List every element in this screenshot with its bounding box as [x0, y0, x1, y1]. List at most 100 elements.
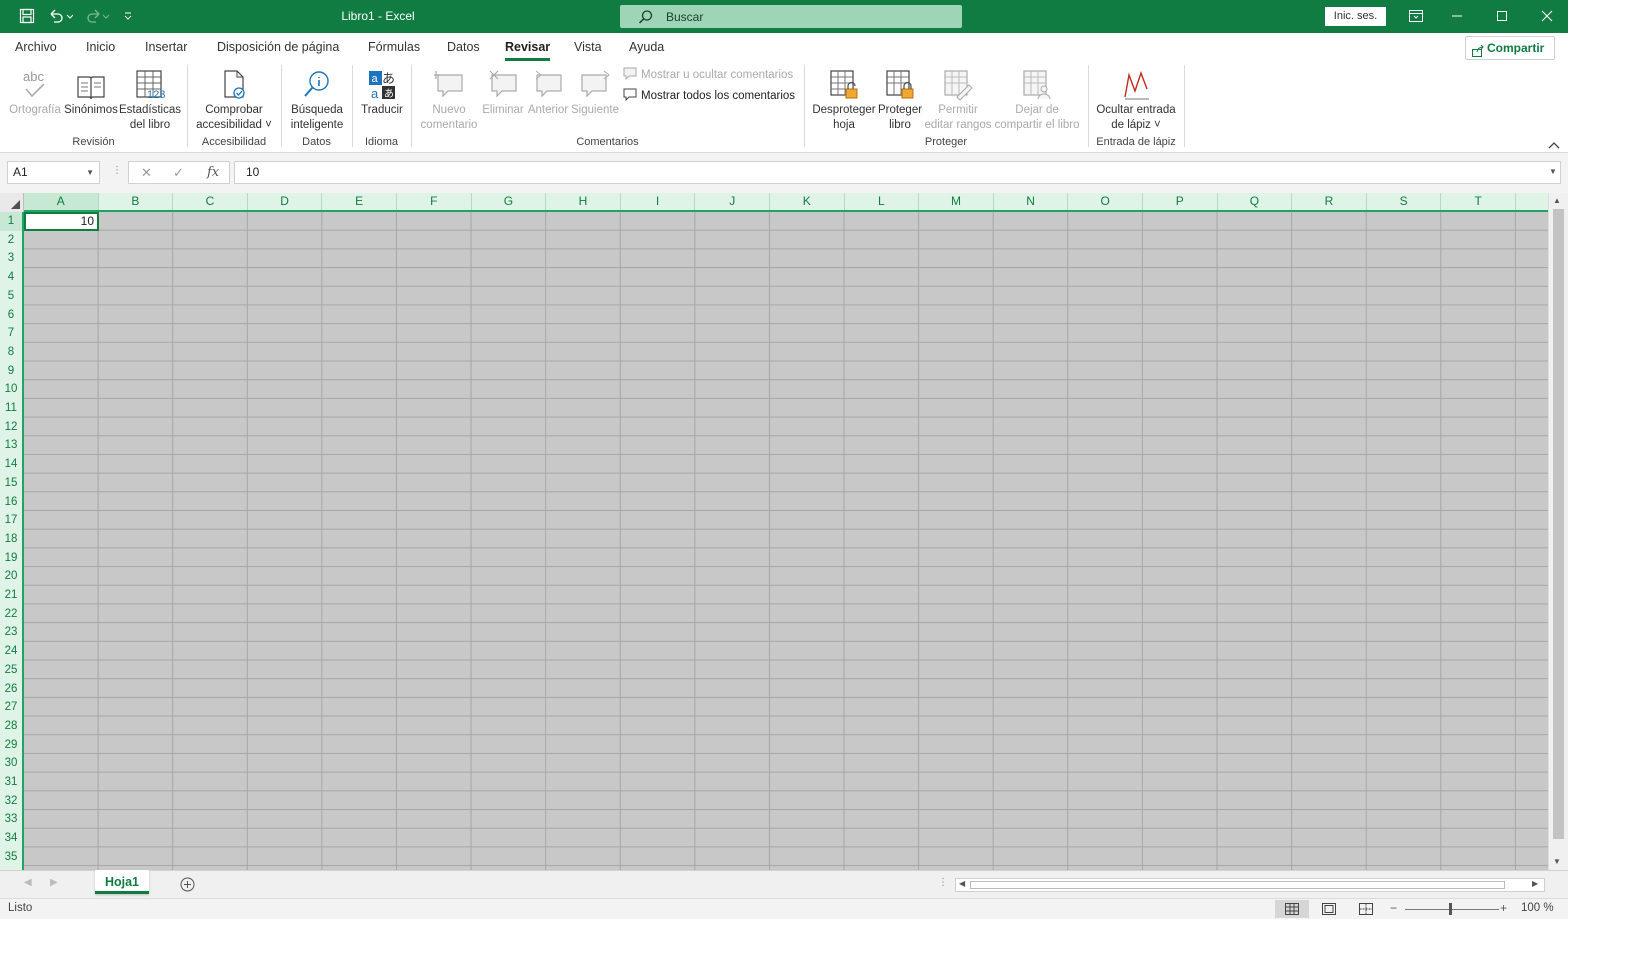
- close-icon[interactable]: [1537, 6, 1557, 26]
- row-header-20[interactable]: 20: [0, 567, 22, 586]
- row-header-12[interactable]: 12: [0, 418, 22, 437]
- tab-ayuda[interactable]: Ayuda: [629, 40, 664, 54]
- horizontal-scroll-thumb[interactable]: [970, 881, 1505, 889]
- column-header-c[interactable]: C: [173, 193, 248, 210]
- permitir-editar-rangos-button[interactable]: Permitir editar rangos: [924, 65, 992, 133]
- tab-revisar[interactable]: Revisar: [505, 40, 551, 61]
- siguiente-button[interactable]: Siguiente: [571, 65, 619, 118]
- row-header-33[interactable]: 33: [0, 810, 22, 829]
- proteger-libro-button[interactable]: Proteger libro: [876, 65, 924, 133]
- row-header-2[interactable]: 2: [0, 231, 22, 250]
- dejar-compartir-libro-button[interactable]: Dejar de compartir el libro: [992, 65, 1082, 133]
- row-header-29[interactable]: 29: [0, 736, 22, 755]
- column-header-i[interactable]: I: [621, 193, 696, 210]
- tab-datos[interactable]: Datos: [447, 40, 480, 54]
- sign-in-button[interactable]: Inic. ses.: [1325, 7, 1386, 26]
- mostrar-todos-comentarios-button[interactable]: Mostrar todos los comentarios: [623, 88, 795, 104]
- row-header-25[interactable]: 25: [0, 661, 22, 680]
- desproteger-hoja-button[interactable]: Desproteger hoja: [812, 65, 876, 133]
- chevron-down-icon[interactable]: ▼: [86, 162, 94, 183]
- cell-a1[interactable]: 10: [24, 212, 99, 231]
- insert-function-icon[interactable]: fx: [207, 165, 219, 180]
- column-header-h[interactable]: H: [546, 193, 621, 210]
- expand-formula-bar-icon[interactable]: ▼: [1549, 167, 1557, 176]
- formula-input[interactable]: 10: [234, 161, 1561, 184]
- row-header-34[interactable]: 34: [0, 829, 22, 848]
- page-layout-view-icon[interactable]: [1312, 900, 1346, 918]
- mostrar-ocultar-comentarios-button[interactable]: Mostrar u ocultar comentarios: [623, 67, 793, 83]
- cell-area[interactable]: [24, 212, 1548, 870]
- new-sheet-icon[interactable]: [180, 877, 195, 895]
- column-header-q[interactable]: Q: [1218, 193, 1293, 210]
- zoom-slider[interactable]: [1405, 909, 1499, 910]
- ribbon-display-options-icon[interactable]: [1406, 6, 1426, 26]
- row-header-28[interactable]: 28: [0, 717, 22, 736]
- scroll-up-icon[interactable]: ▲: [1553, 196, 1561, 205]
- row-header-24[interactable]: 24: [0, 642, 22, 661]
- row-header-11[interactable]: 11: [0, 399, 22, 418]
- row-header-13[interactable]: 13: [0, 436, 22, 455]
- select-all-button[interactable]: [0, 193, 24, 212]
- maximize-icon[interactable]: [1492, 6, 1512, 26]
- column-header-r[interactable]: R: [1292, 193, 1367, 210]
- row-header-22[interactable]: 22: [0, 605, 22, 624]
- row-header-26[interactable]: 26: [0, 680, 22, 699]
- column-header-k[interactable]: K: [770, 193, 845, 210]
- row-header-18[interactable]: 18: [0, 530, 22, 549]
- comprobar-accesibilidad-button[interactable]: Comprobar accesibilidad ˅: [193, 65, 275, 133]
- row-header-15[interactable]: 15: [0, 474, 22, 493]
- row-header-14[interactable]: 14: [0, 455, 22, 474]
- minimize-icon[interactable]: [1447, 6, 1467, 26]
- column-header-s[interactable]: S: [1367, 193, 1442, 210]
- column-header-e[interactable]: E: [322, 193, 397, 210]
- column-header-t[interactable]: T: [1441, 193, 1516, 210]
- row-header-8[interactable]: 8: [0, 343, 22, 362]
- zoom-out-icon[interactable]: −: [1390, 901, 1397, 915]
- traducir-button[interactable]: aあaあ Traducir: [356, 65, 408, 118]
- column-header-n[interactable]: N: [994, 193, 1069, 210]
- vertical-scrollbar[interactable]: ▲ ▼: [1548, 193, 1568, 870]
- search-box[interactable]: Buscar: [620, 5, 962, 28]
- enter-icon[interactable]: ✓: [173, 165, 184, 181]
- row-header-16[interactable]: 16: [0, 493, 22, 512]
- row-header-9[interactable]: 9: [0, 362, 22, 381]
- tab-vista[interactable]: Vista: [574, 40, 602, 54]
- name-box[interactable]: A1 ▼: [7, 161, 100, 184]
- nuevo-comentario-button[interactable]: Nuevo comentario: [418, 65, 480, 133]
- column-header-g[interactable]: G: [472, 193, 547, 210]
- next-sheet-icon[interactable]: ▶: [50, 877, 58, 888]
- row-header-17[interactable]: 17: [0, 511, 22, 530]
- scroll-right-icon[interactable]: ▶: [1532, 879, 1538, 888]
- row-header-27[interactable]: 27: [0, 698, 22, 717]
- column-header-o[interactable]: O: [1068, 193, 1143, 210]
- tab-formulas[interactable]: Fórmulas: [368, 40, 420, 54]
- tab-split-handle-icon[interactable]: ⋮: [938, 877, 948, 888]
- sheet-tab-hoja1[interactable]: Hoja1: [95, 870, 149, 894]
- row-header-10[interactable]: 10: [0, 380, 22, 399]
- column-header-a[interactable]: A: [24, 193, 99, 210]
- column-header-p[interactable]: P: [1143, 193, 1218, 210]
- column-header-f[interactable]: F: [397, 193, 472, 210]
- anterior-button[interactable]: Anterior: [526, 65, 570, 118]
- tab-insertar[interactable]: Insertar: [145, 40, 187, 54]
- column-header-b[interactable]: B: [99, 193, 174, 210]
- row-header-23[interactable]: 23: [0, 623, 22, 642]
- eliminar-button[interactable]: Eliminar: [480, 65, 526, 118]
- row-header-21[interactable]: 21: [0, 586, 22, 605]
- tab-archivo[interactable]: Archivo: [15, 40, 57, 54]
- row-header-35[interactable]: 35: [0, 848, 22, 867]
- zoom-slider-thumb[interactable]: [1449, 903, 1452, 915]
- scroll-left-icon[interactable]: ◀: [959, 879, 965, 888]
- sinonimos-button[interactable]: Sinónimos: [63, 65, 119, 118]
- row-header-7[interactable]: 7: [0, 324, 22, 343]
- column-header-d[interactable]: D: [248, 193, 323, 210]
- ortografia-button[interactable]: abc Ortografía: [8, 65, 62, 118]
- row-header-5[interactable]: 5: [0, 287, 22, 306]
- row-header-32[interactable]: 32: [0, 792, 22, 811]
- row-header-1[interactable]: 1: [0, 212, 22, 231]
- page-break-view-icon[interactable]: [1349, 900, 1383, 918]
- tab-inicio[interactable]: Inicio: [86, 40, 115, 54]
- collapse-ribbon-icon[interactable]: [1548, 138, 1560, 152]
- prev-sheet-icon[interactable]: ◀: [24, 877, 32, 888]
- row-header-6[interactable]: 6: [0, 306, 22, 325]
